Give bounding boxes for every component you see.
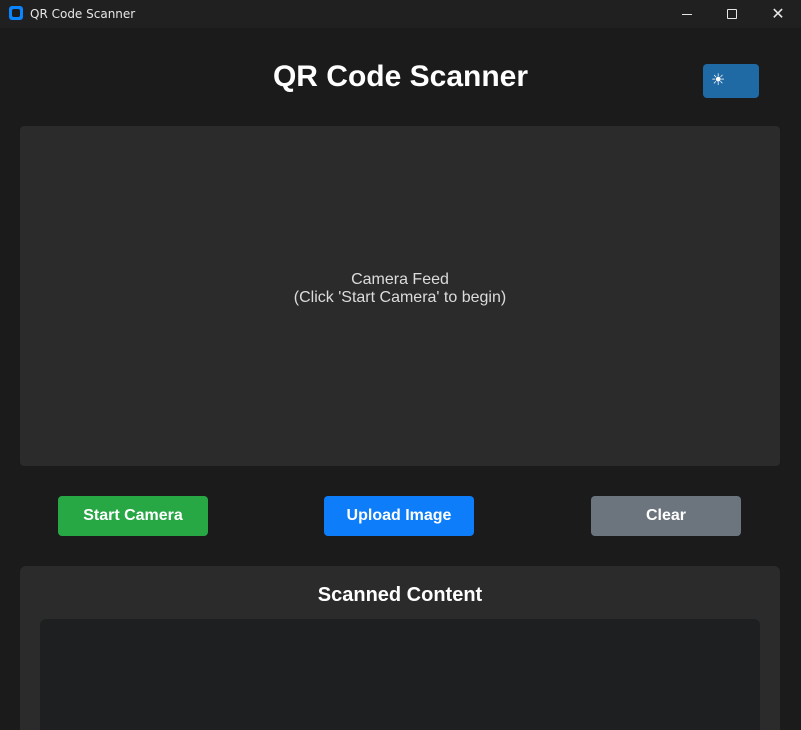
scanned-content-textbox[interactable] — [40, 619, 760, 730]
app-icon — [9, 6, 23, 20]
scanned-content-panel: Scanned Content — [20, 566, 780, 730]
close-button[interactable]: ✕ — [755, 0, 801, 28]
minimize-icon — [682, 13, 692, 15]
camera-feed-label: Camera Feed — [351, 271, 449, 288]
close-icon: ✕ — [771, 4, 785, 23]
camera-feed: Camera Feed (Click 'Start Camera' to beg… — [20, 126, 780, 466]
app-window: QR Code Scanner ✕ QR Code Scanner ☀ Came… — [0, 0, 801, 730]
maximize-icon — [727, 9, 737, 19]
title-bar: QR Code Scanner ✕ — [0, 0, 801, 28]
minimize-button[interactable] — [664, 0, 710, 28]
upload-image-button[interactable]: Upload Image — [324, 496, 474, 536]
theme-toggle-button[interactable]: ☀ — [703, 64, 759, 98]
page-title: QR Code Scanner — [272, 60, 529, 93]
clear-button[interactable]: Clear — [591, 496, 741, 536]
start-camera-button[interactable]: Start Camera — [58, 496, 208, 536]
sun-icon: ☀ — [711, 72, 726, 89]
window-title: QR Code Scanner — [30, 7, 136, 21]
camera-feed-hint: (Click 'Start Camera' to begin) — [293, 289, 507, 306]
maximize-button[interactable] — [709, 0, 755, 28]
scanned-content-title: Scanned Content — [317, 584, 483, 606]
